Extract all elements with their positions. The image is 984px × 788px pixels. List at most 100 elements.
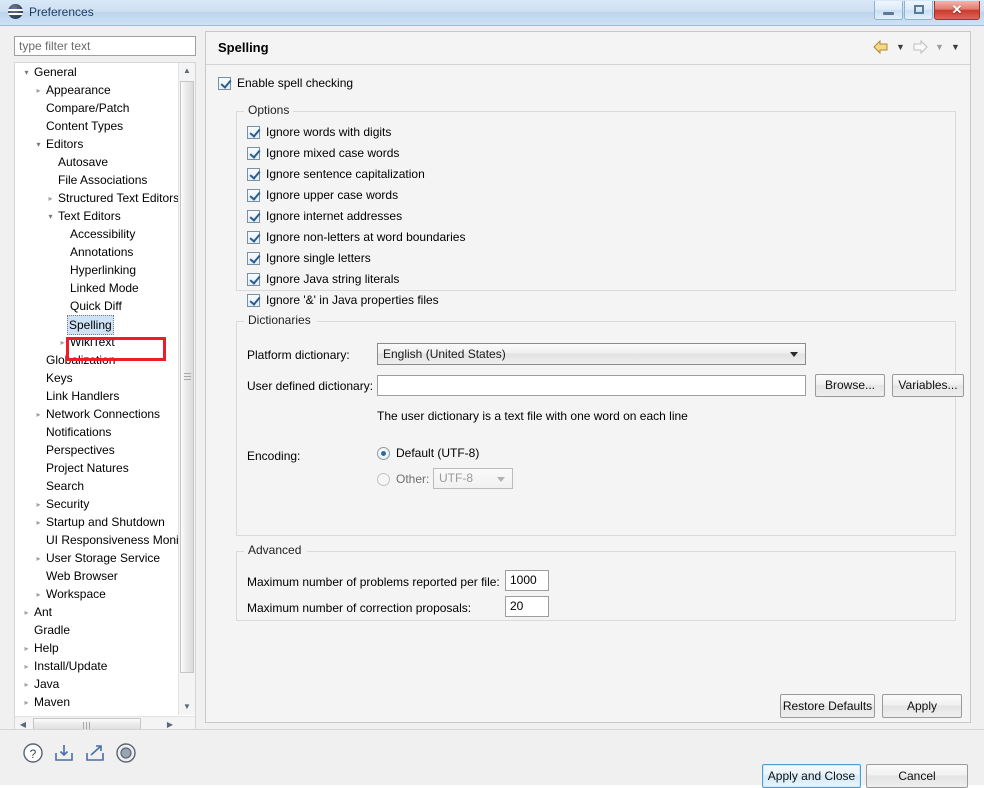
tree-item-linked-mode[interactable]: Linked Mode (15, 279, 178, 297)
scroll-down-arrow-icon[interactable]: ▼ (179, 699, 195, 715)
apply-and-close-button[interactable]: Apply and Close (762, 764, 861, 788)
tree-collapsed-icon[interactable] (21, 694, 32, 712)
tree-collapsed-icon[interactable] (21, 604, 32, 622)
option-checkbox-6[interactable] (247, 251, 260, 265)
tree-collapsed-icon[interactable] (33, 586, 44, 604)
tree-vertical-scrollbar[interactable]: ▲ ▼ (178, 63, 195, 715)
tree-item-security[interactable]: Security (15, 495, 178, 513)
tree-item-notifications[interactable]: Notifications (15, 423, 178, 441)
option-row-2[interactable]: Ignore sentence capitalization (247, 167, 425, 181)
tree-item-globalization[interactable]: Globalization (15, 351, 178, 369)
tree-item-spelling[interactable]: Spelling (15, 315, 178, 335)
tree-item-editors[interactable]: Editors (15, 135, 178, 153)
tree-item-user-storage-service[interactable]: User Storage Service (15, 549, 178, 567)
maximize-button[interactable] (904, 1, 933, 20)
option-checkbox-8[interactable] (247, 293, 260, 307)
option-checkbox-1[interactable] (247, 146, 260, 160)
option-row-0[interactable]: Ignore words with digits (247, 125, 391, 139)
tree-expanded-icon[interactable] (33, 136, 44, 154)
close-button[interactable]: ✕ (934, 1, 980, 20)
view-menu-chevron-down-icon[interactable]: ▼ (949, 38, 962, 56)
vertical-scroll-thumb[interactable] (180, 81, 194, 673)
tree-item-search[interactable]: Search (15, 477, 178, 495)
tree-item-project-natures[interactable]: Project Natures (15, 459, 178, 477)
tree-item-startup-and-shutdown[interactable]: Startup and Shutdown (15, 513, 178, 531)
back-dropdown-chevron-down-icon[interactable]: ▼ (894, 38, 907, 56)
scroll-up-arrow-icon[interactable]: ▲ (179, 63, 195, 79)
option-row-8[interactable]: Ignore '&' in Java properties files (247, 293, 439, 307)
tree-collapsed-icon[interactable] (57, 334, 68, 352)
option-checkbox-5[interactable] (247, 230, 260, 244)
tree-item-link-handlers[interactable]: Link Handlers (15, 387, 178, 405)
tree-item-content-types[interactable]: Content Types (15, 117, 178, 135)
tree-item-perspectives[interactable]: Perspectives (15, 441, 178, 459)
encoding-default-row[interactable]: Default (UTF-8) (377, 446, 479, 460)
forward-dropdown-chevron-down-icon[interactable]: ▼ (933, 38, 946, 56)
encoding-default-radio[interactable] (377, 446, 390, 460)
tree-collapsed-icon[interactable] (21, 676, 32, 694)
apply-button[interactable]: Apply (882, 694, 962, 718)
import-icon[interactable] (53, 742, 75, 764)
tree-item-structured-text-editors[interactable]: Structured Text Editors (15, 189, 178, 207)
option-row-6[interactable]: Ignore single letters (247, 251, 371, 265)
tree-item-wikitext[interactable]: WikiText (15, 333, 178, 351)
option-row-5[interactable]: Ignore non-letters at word boundaries (247, 230, 465, 244)
option-row-1[interactable]: Ignore mixed case words (247, 146, 399, 160)
encoding-other-row[interactable]: Other: (377, 472, 429, 486)
user-dictionary-input[interactable] (377, 375, 806, 396)
tree-collapsed-icon[interactable] (21, 640, 32, 658)
option-checkbox-7[interactable] (247, 272, 260, 286)
encoding-other-radio[interactable] (377, 472, 390, 486)
browse-button[interactable]: Browse... (815, 374, 885, 397)
option-checkbox-2[interactable] (247, 167, 260, 181)
tree-collapsed-icon[interactable] (21, 658, 32, 676)
tree-collapsed-icon[interactable] (33, 514, 44, 532)
enable-spell-checking-row[interactable]: Enable spell checking (218, 76, 353, 90)
tree-item-appearance[interactable]: Appearance (15, 81, 178, 99)
tree-item-autosave[interactable]: Autosave (15, 153, 178, 171)
tree-item-help[interactable]: Help (15, 639, 178, 657)
cancel-button[interactable]: Cancel (866, 764, 968, 788)
option-row-4[interactable]: Ignore internet addresses (247, 209, 402, 223)
max-proposals-input[interactable]: 20 (505, 596, 549, 617)
tree-item-text-editors[interactable]: Text Editors (15, 207, 178, 225)
tree-item-ant[interactable]: Ant (15, 603, 178, 621)
tree-collapsed-icon[interactable] (33, 496, 44, 514)
tree-item-java[interactable]: Java (15, 675, 178, 693)
tree-collapsed-icon[interactable] (33, 82, 44, 100)
tree-item-compare-patch[interactable]: Compare/Patch (15, 99, 178, 117)
tree-item-network-connections[interactable]: Network Connections (15, 405, 178, 423)
option-row-3[interactable]: Ignore upper case words (247, 188, 398, 202)
help-icon[interactable]: ? (22, 742, 44, 764)
minimize-button[interactable] (874, 1, 903, 20)
tree-expanded-icon[interactable] (45, 208, 56, 226)
option-row-7[interactable]: Ignore Java string literals (247, 272, 399, 286)
option-checkbox-0[interactable] (247, 125, 260, 139)
tree-item-hyperlinking[interactable]: Hyperlinking (15, 261, 178, 279)
tree-item-workspace[interactable]: Workspace (15, 585, 178, 603)
tree-item-quick-diff[interactable]: Quick Diff (15, 297, 178, 315)
tree-item-maven[interactable]: Maven (15, 693, 178, 711)
tree-item-web-browser[interactable]: Web Browser (15, 567, 178, 585)
filter-input[interactable] (14, 36, 196, 56)
tree-collapsed-icon[interactable] (33, 550, 44, 568)
tree-item-file-associations[interactable]: File Associations (15, 171, 178, 189)
tree-item-accessibility[interactable]: Accessibility (15, 225, 178, 243)
tree-item-ui-responsiveness-monitoring[interactable]: UI Responsiveness Monitoring (15, 531, 178, 549)
max-problems-input[interactable]: 1000 (505, 570, 549, 591)
tree-item-general[interactable]: General (15, 63, 178, 81)
tree-collapsed-icon[interactable] (33, 406, 44, 424)
export-icon[interactable] (84, 742, 106, 764)
preferences-tree[interactable]: General Appearance Compare/Patch Content Ty… (14, 62, 196, 734)
tree-item-gradle[interactable]: Gradle (15, 621, 178, 639)
encoding-other-combo[interactable]: UTF-8 (433, 468, 513, 489)
restore-defaults-button[interactable]: Restore Defaults (780, 694, 875, 718)
tree-item-keys[interactable]: Keys (15, 369, 178, 387)
platform-dictionary-combo[interactable]: English (United States) (377, 343, 806, 365)
tree-item-annotations[interactable]: Annotations (15, 243, 178, 261)
tree-collapsed-icon[interactable] (45, 190, 56, 208)
tree-expanded-icon[interactable] (21, 64, 32, 82)
target-icon[interactable] (115, 742, 137, 764)
option-checkbox-3[interactable] (247, 188, 260, 202)
enable-spell-checking-checkbox[interactable] (218, 76, 231, 90)
